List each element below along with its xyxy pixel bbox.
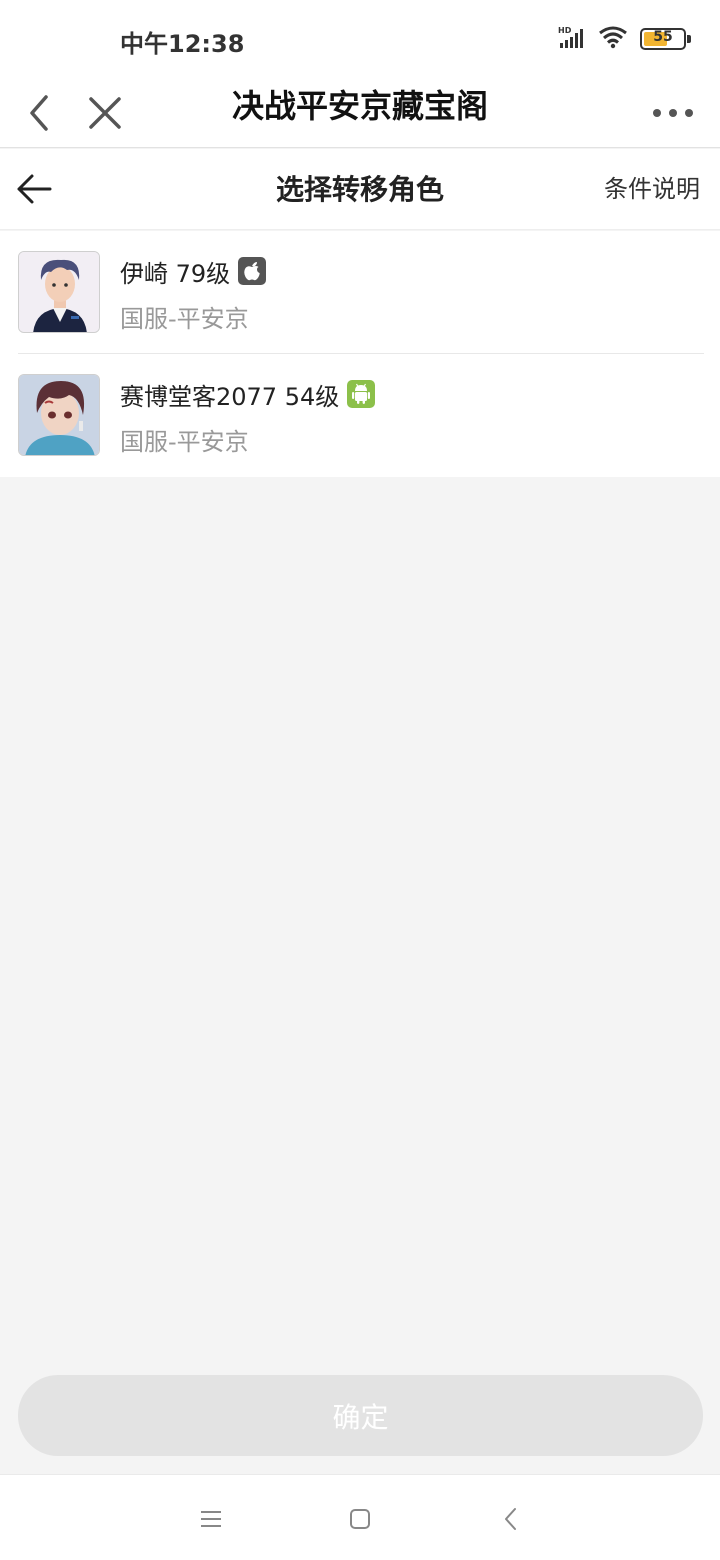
svg-text:HD: HD — [558, 26, 572, 35]
status-bar: 中午12:38 HD 55 — [0, 0, 720, 78]
status-icons: HD 55 — [558, 24, 691, 54]
role-item[interactable]: 赛博堂客2077 54级 国服-平安京 — [18, 354, 704, 477]
confirm-button[interactable]: 确定 — [18, 1375, 703, 1456]
role-item[interactable]: 伊崎 79级 国服-平安京 — [18, 231, 704, 354]
back-chevron-icon[interactable] — [14, 78, 64, 148]
close-icon[interactable] — [82, 78, 128, 148]
more-icon[interactable] — [648, 78, 698, 148]
status-time: 中午12:38 — [120, 30, 245, 58]
battery-level: 55 — [653, 29, 673, 45]
role-name-row: 伊崎 79级 — [120, 253, 267, 289]
role-name-row: 赛博堂客2077 54级 — [120, 376, 376, 412]
role-name: 赛博堂客2077 54级 — [120, 382, 340, 411]
browser-title-bar: 决战平安京藏宝阁 — [0, 78, 720, 148]
hd-signal-icon: HD — [558, 25, 586, 53]
page-header: 选择转移角色 条件说明 — [0, 149, 720, 230]
system-nav-bar — [0, 1474, 720, 1560]
role-list: 伊崎 79级 国服-平安京 赛博堂客2077 54级 国服-平安京 — [0, 231, 720, 477]
wifi-icon — [598, 25, 628, 53]
arrow-left-icon[interactable] — [16, 167, 56, 211]
role-name: 伊崎 79级 — [120, 259, 231, 288]
back-icon[interactable] — [489, 1497, 533, 1541]
conditions-link[interactable]: 条件说明 — [604, 149, 700, 230]
apple-icon — [238, 257, 267, 285]
avatar — [18, 251, 100, 333]
role-server: 国服-平安京 — [120, 428, 249, 456]
battery-icon: 55 — [640, 28, 691, 50]
android-icon — [347, 380, 376, 408]
avatar — [18, 374, 100, 456]
menu-icon[interactable] — [189, 1497, 233, 1541]
role-server: 国服-平安京 — [120, 305, 249, 333]
home-icon[interactable] — [338, 1497, 382, 1541]
